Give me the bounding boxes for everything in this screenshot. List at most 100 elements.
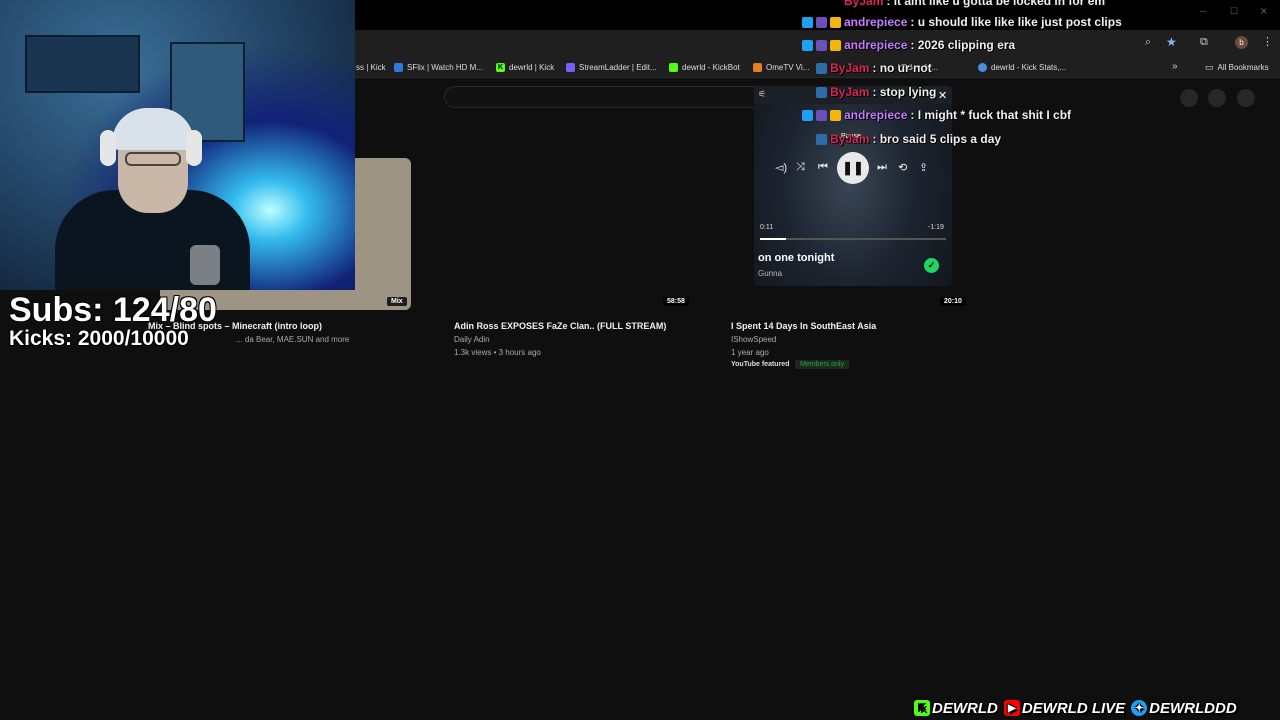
verified-badge-icon [802,39,813,51]
bookmark-item[interactable]: dewrld - Kick Stats,... [978,56,1066,78]
close-icon[interactable]: ✕ [938,89,947,102]
sub-badge-icon [816,62,827,74]
profile-avatar[interactable]: b [1235,36,1248,49]
video-title[interactable]: Adin Ross EXPOSES FaZe Clan.. (FULL STRE… [454,321,666,331]
maximize-icon[interactable]: ☐ [1230,6,1238,17]
wall-poster [25,35,140,93]
chat-text: : I might * fuck that shit I cbf [910,108,1072,122]
glasses [125,152,181,166]
more-bookmarks-icon[interactable]: » [1172,61,1178,72]
kicks-goal: Kicks: 2000/10000 [9,327,189,350]
extensions-icon[interactable]: ⧉ [1200,36,1208,49]
video-stats: 1.3k views • 3 hours ago [454,348,541,357]
headphone-left [100,130,116,166]
chat-text: : stop lying [872,85,937,99]
repeat-icon[interactable]: ⟲ [898,161,907,174]
chat-message: andrepiece: 2026 clipping era [802,35,1015,55]
chat-message: ByJam: stop lying [802,82,936,102]
chat-username: andrepiece [844,38,908,52]
chat-text: : bro said 5 clips a day [872,132,1002,146]
youtube-handle: DEWRLD LIVE [1021,699,1126,717]
video-stats: 1 year ago [731,348,769,357]
youtube-icon: ▶ [1003,700,1020,716]
ometv-icon [753,62,762,72]
chat-message: andrepiece: u should like like like just… [802,12,1122,32]
previous-icon[interactable]: ⏮ [818,161,828,174]
bookmark-star-icon[interactable]: ★ [1166,35,1177,49]
video-channel[interactable]: Daily Adin [454,335,490,344]
bookmark-item[interactable]: StreamLadder | Edit... [566,56,657,78]
search-input[interactable] [444,86,774,108]
account-button[interactable] [1237,89,1255,107]
verified-badge-icon [802,109,813,121]
kickbot-icon [669,62,678,72]
minimize-icon[interactable]: ─ [1200,6,1206,16]
video-duration: Mix [387,297,407,306]
kick-icon: K [496,62,505,72]
featured-tag: YouTube featured [731,361,790,368]
chat-text: : u should like like like just post clip… [910,15,1122,29]
bookmark-item[interactable]: dewrld - KickBot [669,56,740,78]
volume-icon[interactable]: ◅) [775,161,787,174]
crown-icon [830,39,841,51]
chat-message: ByJam: no ur not [802,58,932,78]
video-channel[interactable]: IShowSpeed [731,335,776,344]
sub-badge-icon [816,109,827,121]
chat-username: ByJam [830,61,870,75]
all-bookmarks[interactable]: ▭ All Bookmarks [1205,56,1269,78]
bottle [190,245,220,285]
sflix-icon [394,62,403,72]
crown-icon [830,16,841,28]
progress-bar[interactable] [760,238,946,240]
chat-message: ByJam: bro said 5 clips a day [802,129,1001,149]
sub-badge-icon [816,16,827,28]
headphone-right [186,130,202,166]
artist-name[interactable]: Gunna [758,269,782,278]
chat-text: : 2026 clipping era [910,38,1016,52]
streamladder-icon [566,62,575,72]
notifications-button[interactable] [1208,89,1226,107]
bookmark-item[interactable]: SFlix | Watch HD M... [394,56,483,78]
create-button[interactable] [1180,89,1198,107]
kick-icon: K [914,700,930,716]
next-icon[interactable]: ⏭ [877,161,887,174]
zoom-icon[interactable]: ⌕ [1145,36,1151,49]
twitter-icon: ✦ [1131,700,1148,716]
shuffle-icon[interactable]: ⤨ [796,161,805,174]
progress-fill [760,238,787,240]
liked-check-icon[interactable]: ✓ [924,258,939,273]
chat-username: andrepiece [844,108,908,122]
chat-username: ByJam [844,0,884,8]
chat-message: ByJam: it aint like u gotta be locked in… [802,0,1105,11]
video-channel[interactable]: ... da Bear, MAE.SUN and more [236,335,349,344]
kickstats-icon [978,62,987,72]
menu-icon[interactable]: ⋮ [1262,35,1273,48]
webcam-feed [0,0,355,290]
song-title: on one tonight [758,252,835,264]
settings-icon[interactable]: ⚟ [758,89,766,100]
crown-icon [830,109,841,121]
chat-message: andrepiece: I might * fuck that shit I c… [802,105,1071,125]
goal-overlay: Subs: 124/80 Kicks: 2000/10000 [9,292,217,350]
time-remaining: -1:19 [928,224,944,231]
chat-text: : it aint like u gotta be locked in for … [886,0,1106,8]
chat-username: ByJam [830,132,870,146]
bookmark-item[interactable]: OmeTV Vi... [753,56,809,78]
sub-badge-icon [816,39,827,51]
close-window-icon[interactable]: ✕ [1260,6,1268,17]
bookmark-item[interactable]: Kdewrld | Kick [496,56,554,78]
folder-icon: ▭ [1205,61,1214,72]
sub-badge-icon [816,86,827,98]
sub-badge-icon [816,133,827,145]
video-duration: 58:58 [663,297,689,306]
share-icon[interactable]: ⇪ [919,161,928,174]
members-only-badge: Members only [795,360,849,369]
video-thumbnail[interactable] [444,158,690,310]
verified-badge-icon [802,16,813,28]
pause-button[interactable]: ❚❚ [837,152,869,184]
kick-handle: DEWRLD [932,699,998,717]
time-elapsed: 0:11 [760,224,774,231]
chat-text: : no ur not [872,61,932,75]
video-title[interactable]: I Spent 14 Days In SouthEast Asia [731,321,876,331]
bookmark-item[interactable]: ss | Kick [356,56,386,78]
